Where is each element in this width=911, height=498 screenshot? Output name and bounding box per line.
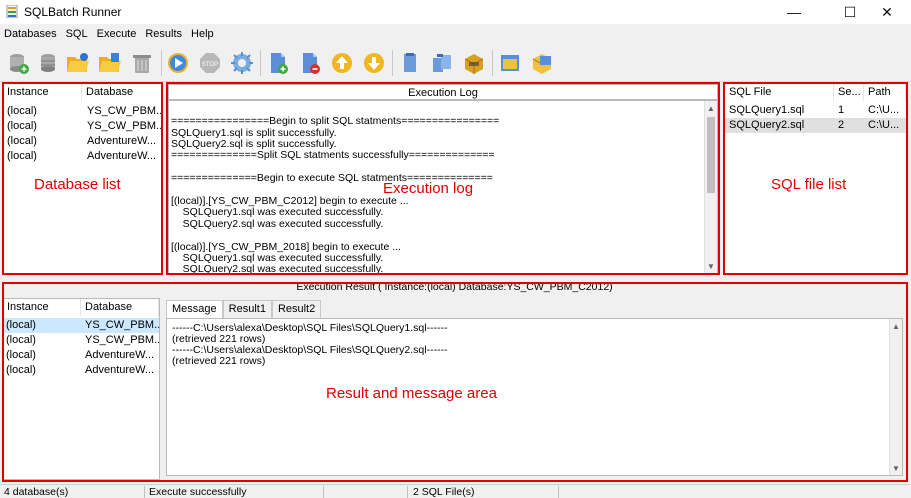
- results-window-icon[interactable]: [496, 49, 524, 77]
- sql-file-row[interactable]: SQLQuery1.sql 1 C:\U...: [725, 103, 906, 118]
- move-up-icon[interactable]: [328, 49, 356, 77]
- add-database-icon[interactable]: [4, 49, 32, 77]
- scroll-down-icon[interactable]: ▼: [890, 461, 902, 475]
- minimize-button[interactable]: —: [771, 0, 817, 24]
- database-row[interactable]: (local) YS_CW_PBM...: [3, 104, 162, 119]
- menu-help[interactable]: Help: [187, 24, 219, 44]
- tab-message[interactable]: Message: [166, 300, 223, 319]
- message-area: ------C:\Users\alexa\Desktop\SQL Files\S…: [166, 318, 903, 476]
- toolbar: STOP: [0, 44, 911, 82]
- log-line: SQLQuery2.sql was executed successfully.: [171, 218, 384, 230]
- menu-results[interactable]: Results: [141, 24, 187, 44]
- result-tabs: Message Result1 Result2: [166, 300, 322, 319]
- status-bar: 4 database(s) Execute successfully 2 SQL…: [0, 484, 911, 498]
- result-area-annotation: Result and message area: [326, 385, 497, 402]
- column-header-database[interactable]: Database: [81, 299, 159, 316]
- database-row[interactable]: (local) AdventureW...: [3, 134, 162, 149]
- column-header-path[interactable]: Path: [864, 84, 906, 101]
- scroll-thumb[interactable]: [707, 117, 715, 193]
- remove-sql-file-icon[interactable]: [296, 49, 324, 77]
- log-line: ==============Split SQL statments succes…: [171, 149, 495, 161]
- stop-icon[interactable]: STOP: [196, 49, 224, 77]
- column-header-instance[interactable]: Instance: [3, 84, 82, 101]
- result-database-row[interactable]: (local) AdventureW...: [3, 348, 159, 363]
- app-icon: [6, 5, 18, 18]
- result-database-row-selected[interactable]: (local) YS_CW_PBM...: [3, 318, 159, 333]
- copy-icon[interactable]: [396, 49, 424, 77]
- add-sql-file-icon[interactable]: [264, 49, 292, 77]
- tab-result1[interactable]: Result1: [222, 300, 272, 318]
- export-icon[interactable]: [460, 49, 488, 77]
- window-title: SQLBatch Runner: [24, 5, 122, 19]
- settings-icon[interactable]: [228, 49, 256, 77]
- status-files: 2 SQL File(s): [413, 486, 475, 498]
- title-bar: SQLBatch Runner — ☐ ✕: [0, 0, 911, 24]
- scroll-down-icon[interactable]: ▼: [705, 259, 717, 273]
- status-execute: Execute successfully: [149, 486, 247, 498]
- execution-log-header: Execution Log: [168, 84, 718, 100]
- result-database-list-panel: Instance Database (local) YS_CW_PBM... (…: [2, 298, 160, 480]
- result-database-row[interactable]: (local) AdventureW...: [3, 363, 159, 378]
- database-row[interactable]: (local) YS_CW_PBM...: [3, 119, 162, 134]
- menu-databases[interactable]: Databases: [0, 24, 62, 44]
- database-list-annotation: Database list: [34, 176, 121, 193]
- sql-file-list-annotation: SQL file list: [771, 176, 847, 193]
- run-icon[interactable]: [164, 49, 192, 77]
- status-databases: 4 database(s): [4, 486, 69, 498]
- svg-text:STOP: STOP: [202, 62, 218, 68]
- open-folder-icon[interactable]: [64, 49, 92, 77]
- log-line: SQLQuery1.sql was executed successfully.: [171, 206, 384, 218]
- log-line: SQLQuery2.sql was executed successfully.: [171, 263, 384, 274]
- remove-database-icon[interactable]: [34, 49, 62, 77]
- scroll-up-icon[interactable]: ▲: [705, 101, 717, 115]
- menu-sql[interactable]: SQL: [62, 24, 93, 44]
- clear-icon[interactable]: [128, 49, 156, 77]
- menu-execute[interactable]: Execute: [93, 24, 142, 44]
- log-line: ================Begin to split SQL statm…: [171, 115, 500, 127]
- message-line: (retrieved 221 rows): [172, 355, 266, 367]
- message-scrollbar[interactable]: ▲ ▼: [889, 319, 902, 475]
- open-folder-sql-icon[interactable]: [96, 49, 124, 77]
- result-database-row[interactable]: (local) YS_CW_PBM...: [3, 333, 159, 348]
- column-header-database[interactable]: Database: [82, 84, 162, 101]
- column-header-sql-file[interactable]: SQL File: [725, 84, 834, 101]
- menu-bar: Databases SQL Execute Results Help: [0, 24, 911, 44]
- package-icon[interactable]: [528, 49, 556, 77]
- sql-file-row-selected[interactable]: SQLQuery2.sql 2 C:\U...: [725, 118, 906, 133]
- log-scrollbar[interactable]: ▲ ▼: [704, 101, 717, 273]
- column-header-sequence[interactable]: Se...: [834, 84, 864, 101]
- tab-result2[interactable]: Result2: [271, 300, 322, 318]
- close-button[interactable]: ✕: [864, 0, 910, 24]
- execution-log-annotation: Execution log: [383, 180, 474, 197]
- scroll-up-icon[interactable]: ▲: [890, 319, 902, 333]
- database-row[interactable]: (local) AdventureW...: [3, 149, 162, 164]
- column-header-instance[interactable]: Instance: [3, 299, 81, 316]
- move-down-icon[interactable]: [360, 49, 388, 77]
- paste-icon[interactable]: [428, 49, 456, 77]
- execution-result-header: Execution Result ( Instance:(local) Data…: [296, 281, 613, 293]
